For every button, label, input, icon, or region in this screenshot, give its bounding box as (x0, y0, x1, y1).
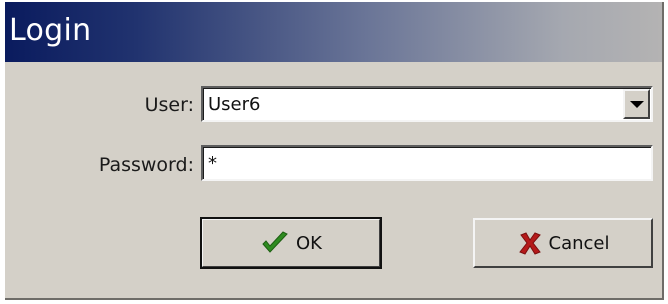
x-icon (517, 230, 543, 256)
password-label: Password: (98, 154, 194, 176)
dialog-title: Login (9, 13, 92, 48)
ok-button[interactable]: OK (200, 217, 382, 269)
user-select-value: User6 (208, 94, 261, 115)
checkmark-icon (260, 230, 290, 256)
password-input[interactable]: * (201, 145, 653, 181)
cancel-button[interactable]: Cancel (473, 218, 653, 268)
ok-button-label: OK (296, 232, 322, 254)
chevron-down-icon (630, 101, 644, 108)
cancel-button-label: Cancel (548, 232, 610, 254)
title-bar[interactable]: Login (5, 2, 662, 62)
user-label: User: (144, 94, 194, 116)
login-dialog: Login User: User6 Password: * OK Cancel (5, 2, 664, 300)
user-select[interactable]: User6 (201, 86, 653, 122)
user-dropdown-button[interactable] (623, 89, 650, 119)
password-input-value: * (208, 153, 217, 174)
